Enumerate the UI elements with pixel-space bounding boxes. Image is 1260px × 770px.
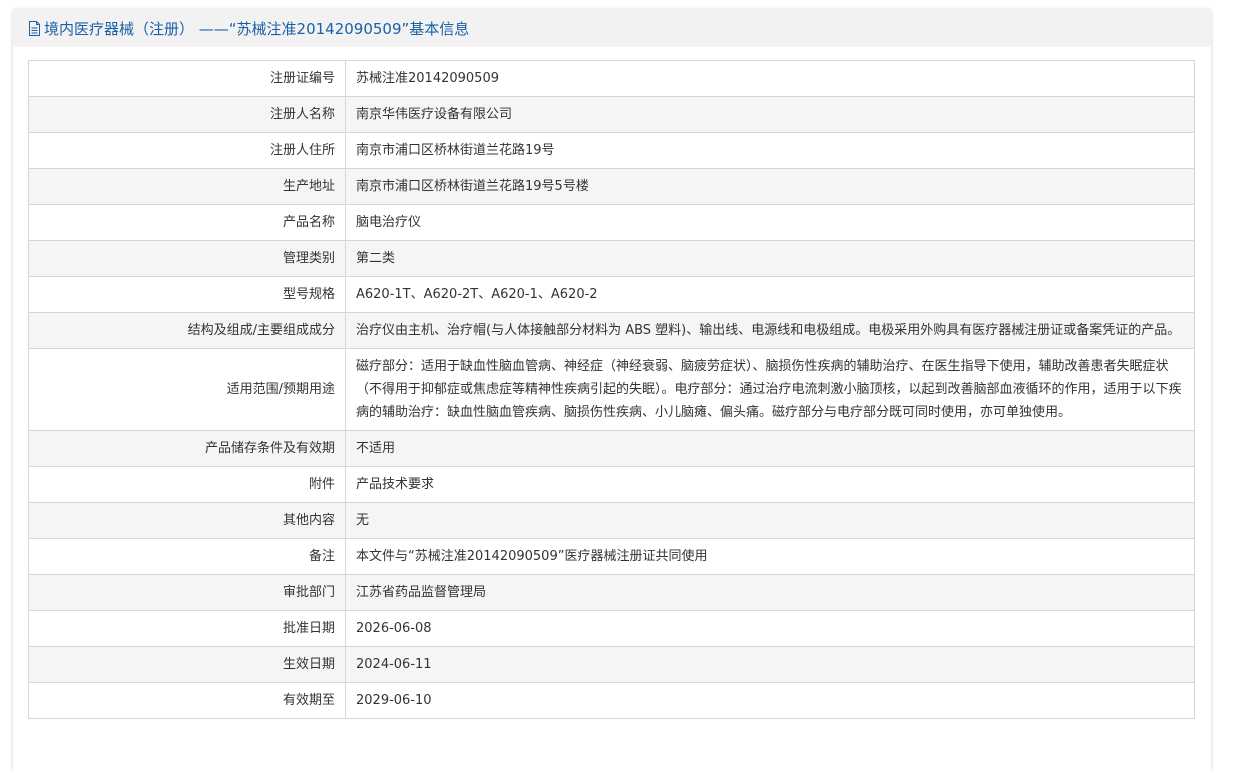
field-label: 注册人名称 [28,96,346,133]
field-value: 产品技术要求 [345,466,1195,503]
field-label: 生效日期 [28,646,346,683]
page-title: 境内医疗器械（注册） ——“苏械注准20142090509”基本信息 [44,20,470,38]
table-row: 适用范围/预期用途 磁疗部分：适用于缺血性脑血管病、神经症（神经衰弱、脑疲劳症状）… [28,348,1195,431]
table-row: 注册人住所 南京市浦口区桥林街道兰花路19号 [28,132,1195,169]
document-icon [28,21,41,36]
table-row: 生产地址 南京市浦口区桥林街道兰花路19号5号楼 [28,168,1195,205]
table-row: 有效期至 2029-06-10 [28,682,1195,719]
info-panel: 境内医疗器械（注册） ——“苏械注准20142090509”基本信息 注册证编号… [13,10,1211,770]
field-label: 型号规格 [28,276,346,313]
field-label: 结构及组成/主要组成成分 [28,312,346,349]
table-row: 管理类别 第二类 [28,240,1195,277]
field-label: 适用范围/预期用途 [28,348,346,431]
table-row: 备注 本文件与“苏械注准20142090509”医疗器械注册证共同使用 [28,538,1195,575]
field-value: 脑电治疗仪 [345,204,1195,241]
field-value: 南京市浦口区桥林街道兰花路19号5号楼 [345,168,1195,205]
field-label: 备注 [28,538,346,575]
field-label: 批准日期 [28,610,346,647]
table-row: 审批部门 江苏省药品监督管理局 [28,574,1195,611]
field-label: 附件 [28,466,346,503]
field-value: 磁疗部分：适用于缺血性脑血管病、神经症（神经衰弱、脑疲劳症状）、脑损伤性疾病的辅… [345,348,1195,431]
table-row: 产品名称 脑电治疗仪 [28,204,1195,241]
table-row: 型号规格 A620-1T、A620-2T、A620-1、A620-2 [28,276,1195,313]
field-value: 南京华伟医疗设备有限公司 [345,96,1195,133]
table-row: 注册证编号 苏械注准20142090509 [28,60,1195,97]
table-row: 批准日期 2026-06-08 [28,610,1195,647]
field-value: 南京市浦口区桥林街道兰花路19号 [345,132,1195,169]
field-value: A620-1T、A620-2T、A620-1、A620-2 [345,276,1195,313]
table-row: 生效日期 2024-06-11 [28,646,1195,683]
info-table: 注册证编号 苏械注准20142090509 注册人名称 南京华伟医疗设备有限公司 注册人… [28,60,1195,719]
field-value: 无 [345,502,1195,539]
field-value: 2029-06-10 [345,682,1195,719]
field-value: 2024-06-11 [345,646,1195,683]
field-label: 注册证编号 [28,60,346,97]
table-row: 结构及组成/主要组成成分 治疗仪由主机、治疗帽(与人体接触部分材料为 ABS 塑料… [28,312,1195,349]
field-value: 苏械注准20142090509 [345,60,1195,97]
field-label: 产品名称 [28,204,346,241]
field-value: 治疗仪由主机、治疗帽(与人体接触部分材料为 ABS 塑料)、输出线、电源线和电极… [345,312,1195,349]
field-value: 不适用 [345,430,1195,467]
panel-header: 境内医疗器械（注册） ——“苏械注准20142090509”基本信息 [13,10,1211,47]
field-label: 其他内容 [28,502,346,539]
table-row: 附件 产品技术要求 [28,466,1195,503]
field-label: 管理类别 [28,240,346,277]
table-row: 注册人名称 南京华伟医疗设备有限公司 [28,96,1195,133]
field-label: 生产地址 [28,168,346,205]
field-label: 有效期至 [28,682,346,719]
field-value: 本文件与“苏械注准20142090509”医疗器械注册证共同使用 [345,538,1195,575]
field-value: 江苏省药品监督管理局 [345,574,1195,611]
field-label: 审批部门 [28,574,346,611]
field-value: 2026-06-08 [345,610,1195,647]
table-row: 其他内容无 [28,502,1195,539]
field-value: 第二类 [345,240,1195,277]
table-row: 产品储存条件及有效期 不适用 [28,430,1195,467]
field-label: 产品储存条件及有效期 [28,430,346,467]
field-label: 注册人住所 [28,132,346,169]
